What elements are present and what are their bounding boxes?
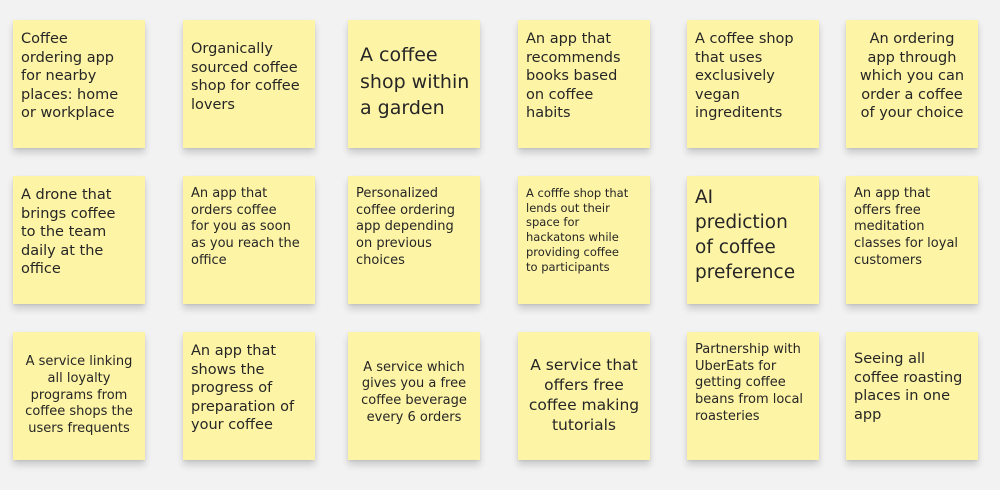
sticky-note-text: A cofffe shop that lends out their space… xyxy=(526,186,629,274)
sticky-note[interactable]: A service linking all loyalty programs f… xyxy=(13,332,145,460)
sticky-note-text: Coffee ordering app for nearby places: h… xyxy=(21,31,119,122)
sticky-note-text: A service linking all loyalty programs f… xyxy=(25,354,133,436)
sticky-note[interactable]: Coffee ordering app for nearby places: h… xyxy=(13,20,145,148)
sticky-note-text: A coffee shop that uses exclusively vega… xyxy=(695,31,794,122)
sticky-note[interactable]: Seeing all coffee roasting places in one… xyxy=(846,332,978,460)
sticky-note-text: An app that recommends books based on co… xyxy=(526,31,621,122)
sticky-note-text: A service that offers free coffee making… xyxy=(528,356,640,434)
sticky-note-text: Organically sourced coffee shop for coff… xyxy=(191,41,300,113)
sticky-note-text: Seeing all coffee roasting places in one… xyxy=(854,351,963,423)
sticky-note-board: Coffee ordering app for nearby places: h… xyxy=(0,0,1000,490)
sticky-note[interactable]: An app that shows the progress of prepar… xyxy=(183,332,315,460)
sticky-note[interactable]: A cofffe shop that lends out their space… xyxy=(518,176,650,304)
sticky-note-text: A coffee shop within a garden xyxy=(360,44,470,120)
sticky-note[interactable]: Partnership with UberEats for getting co… xyxy=(687,332,819,460)
sticky-note-text: AI prediction of coffee preference xyxy=(695,187,796,283)
sticky-note-text: An app that orders coffee for you as soo… xyxy=(191,186,300,268)
sticky-note[interactable]: An app that orders coffee for you as soo… xyxy=(183,176,315,304)
sticky-note[interactable]: Personalized coffee ordering app dependi… xyxy=(348,176,480,304)
sticky-note-text: An app that shows the progress of prepar… xyxy=(191,343,295,434)
sticky-note-text: An ordering app through which you can or… xyxy=(859,31,965,122)
sticky-note[interactable]: An ordering app through which you can or… xyxy=(846,20,978,148)
sticky-note-text: A service which gives you a free coffee … xyxy=(361,359,467,425)
sticky-note-text: Personalized coffee ordering app dependi… xyxy=(356,186,455,268)
sticky-note[interactable]: A service which gives you a free coffee … xyxy=(348,332,480,460)
sticky-note-text: An app that offers free meditation class… xyxy=(854,186,959,268)
sticky-note[interactable]: A service that offers free coffee making… xyxy=(518,332,650,460)
sticky-note-text: A drone that brings coffee to the team d… xyxy=(21,187,116,278)
sticky-note[interactable]: Organically sourced coffee shop for coff… xyxy=(183,20,315,148)
sticky-note-text: Partnership with UberEats for getting co… xyxy=(695,342,804,424)
sticky-note[interactable]: An app that recommends books based on co… xyxy=(518,20,650,148)
sticky-note[interactable]: A drone that brings coffee to the team d… xyxy=(13,176,145,304)
sticky-note[interactable]: A coffee shop that uses exclusively vega… xyxy=(687,20,819,148)
sticky-note[interactable]: An app that offers free meditation class… xyxy=(846,176,978,304)
sticky-note[interactable]: AI prediction of coffee preference xyxy=(687,176,819,304)
sticky-note[interactable]: A coffee shop within a garden xyxy=(348,20,480,148)
